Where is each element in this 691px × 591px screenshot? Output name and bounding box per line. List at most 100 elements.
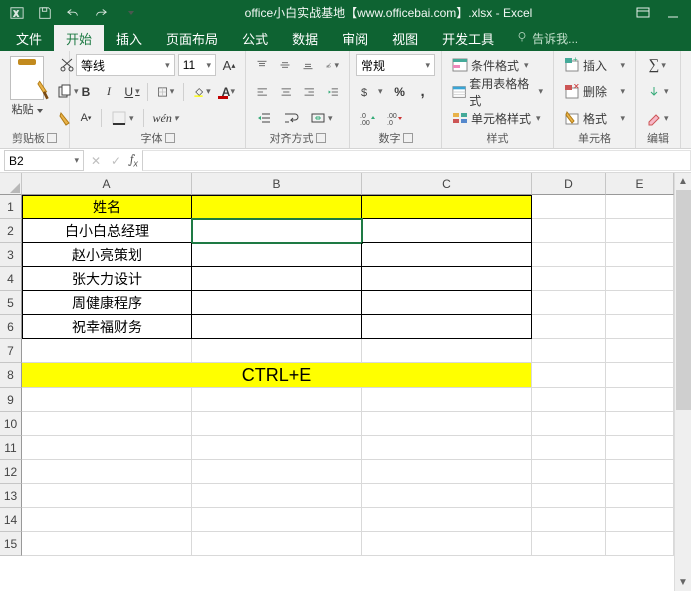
cell-B6[interactable] [192,315,362,339]
row-header-8[interactable]: 8 [0,363,22,388]
tab-页面布局[interactable]: 页面布局 [154,25,230,51]
name-box-input[interactable] [9,154,61,168]
row-header-11[interactable]: 11 [0,436,22,460]
tab-插入[interactable]: 插入 [104,25,154,51]
comma-format-icon[interactable]: , [413,81,433,103]
cell-E3[interactable] [606,243,674,267]
wrap-text-icon[interactable] [279,107,303,129]
cell-E15[interactable] [606,532,674,556]
row-header-2[interactable]: 2 [0,219,22,243]
cell-E6[interactable] [606,315,674,339]
cell-B3[interactable] [192,243,362,267]
tab-公式[interactable]: 公式 [230,25,280,51]
cell-B9[interactable] [192,388,362,412]
cell-C3[interactable] [362,243,532,267]
cell-D12[interactable] [532,460,606,484]
cell-D8[interactable] [532,363,606,388]
column-header-E[interactable]: E [606,173,674,195]
decrease-font-icon[interactable]: A▾ [76,107,96,129]
tab-数据[interactable]: 数据 [280,25,330,51]
cell-D10[interactable] [532,412,606,436]
minimize-icon[interactable] [665,5,681,21]
cell-D5[interactable] [532,291,606,315]
cell-E4[interactable] [606,267,674,291]
cell-B5[interactable] [192,291,362,315]
tab-视图[interactable]: 视图 [380,25,430,51]
row-header-14[interactable]: 14 [0,508,22,532]
font-color-button[interactable]: A▾ [218,81,239,103]
cell-E1[interactable] [606,195,674,219]
cell-C6[interactable] [362,315,532,339]
increase-indent-icon[interactable] [252,107,276,129]
cell-B7[interactable] [192,339,362,363]
font-dialog-launcher-icon[interactable] [165,133,175,143]
cell-A9[interactable] [22,388,192,412]
cell-B14[interactable] [192,508,362,532]
bold-button[interactable]: B [76,81,96,103]
borders-bottom-icon[interactable]: ▾ [107,107,138,129]
cell-C13[interactable] [362,484,532,508]
border-button[interactable]: ▾ [153,81,179,103]
merge-center-icon[interactable]: ▾ [306,107,337,129]
cell-E12[interactable] [606,460,674,484]
orientation-icon[interactable]: ab▾ [321,54,343,76]
percent-format-icon[interactable]: % [390,81,410,103]
cell-D4[interactable] [532,267,606,291]
cells-area[interactable]: 姓名白小白总经理赵小亮策划张大力设计周健康程序祝幸福财务CTRL+E [22,195,674,556]
undo-icon[interactable] [60,3,86,23]
cell-E14[interactable] [606,508,674,532]
cell-A6[interactable]: 祝幸福财务 [22,315,192,339]
cell-A2[interactable]: 白小白总经理 [22,219,192,243]
qat-customize-icon[interactable] [116,3,142,23]
insert-cells-button[interactable]: +插入▾ [560,54,629,76]
cell-B13[interactable] [192,484,362,508]
delete-cells-button[interactable]: ✕删除▾ [560,81,629,103]
cell-C2[interactable] [362,219,532,243]
decrease-indent-icon[interactable] [323,81,344,103]
cell-D2[interactable] [532,219,606,243]
row-header-4[interactable]: 4 [0,267,22,291]
cell-A13[interactable] [22,484,192,508]
cell-B11[interactable] [192,436,362,460]
merged-cell-a8-c8[interactable]: CTRL+E [22,363,532,388]
cell-A1[interactable]: 姓名 [22,195,192,219]
fill-icon[interactable]: ▾ [642,81,673,103]
cell-E9[interactable] [606,388,674,412]
increase-font-icon[interactable]: A▴ [219,54,239,76]
font-size-combo[interactable]: 11▾ [178,54,216,76]
align-left-icon[interactable] [252,81,273,103]
cell-D3[interactable] [532,243,606,267]
format-as-table-button[interactable]: 套用表格格式▾ [448,81,547,103]
phonetic-button[interactable]: wén▾ [149,107,183,129]
name-box[interactable]: ▾ [4,150,84,171]
decrease-decimal-icon[interactable]: .00.0 [383,107,407,129]
cell-C10[interactable] [362,412,532,436]
cell-A3[interactable]: 赵小亮策划 [22,243,192,267]
paste-button[interactable]: 粘贴 [6,54,48,129]
clipboard-dialog-launcher-icon[interactable] [47,133,57,143]
column-header-B[interactable]: B [192,173,362,195]
row-header-15[interactable]: 15 [0,532,22,556]
cell-styles-button[interactable]: 单元格样式▾ [448,107,547,129]
cell-C14[interactable] [362,508,532,532]
vertical-scrollbar[interactable]: ▲ ▼ [674,173,691,591]
column-header-D[interactable]: D [532,173,606,195]
row-header-1[interactable]: 1 [0,195,22,219]
select-all-corner[interactable] [0,173,22,195]
row-header-7[interactable]: 7 [0,339,22,363]
cell-E7[interactable] [606,339,674,363]
row-header-12[interactable]: 12 [0,460,22,484]
font-name-combo[interactable]: 等线▾ [76,54,175,76]
formula-bar[interactable] [142,150,691,171]
cell-E8[interactable] [606,363,674,388]
ribbon-options-icon[interactable] [635,5,651,21]
cell-B10[interactable] [192,412,362,436]
underline-button[interactable]: U▾ [122,81,142,103]
cell-B15[interactable] [192,532,362,556]
scroll-up-icon[interactable]: ▲ [675,173,691,190]
cell-D1[interactable] [532,195,606,219]
row-header-5[interactable]: 5 [0,291,22,315]
cell-B4[interactable] [192,267,362,291]
cell-D14[interactable] [532,508,606,532]
cell-D13[interactable] [532,484,606,508]
